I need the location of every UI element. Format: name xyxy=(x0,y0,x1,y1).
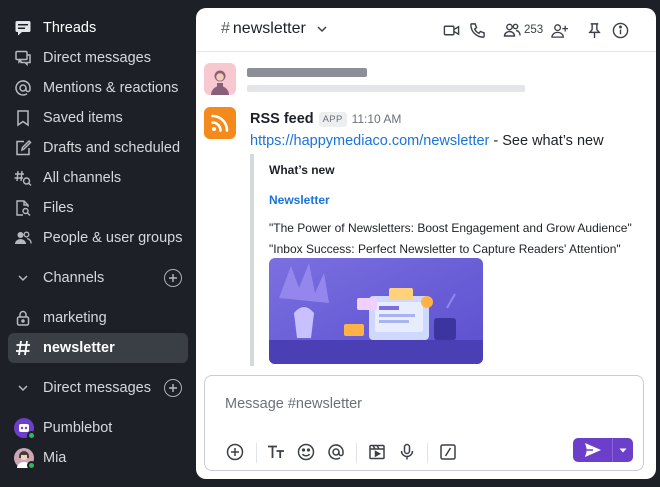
chevron-down-icon xyxy=(14,382,32,394)
sidebar-item-mentions[interactable]: Mentions & reactions xyxy=(8,73,188,103)
message-header: RSS feed APP 11:10 AM xyxy=(250,111,401,127)
at-icon xyxy=(14,79,32,97)
main-panel: # newsletter 253 RSS feed APP 11:10 AM h… xyxy=(196,8,656,479)
channel-search-icon xyxy=(14,169,32,187)
sidebar-item-label: Threads xyxy=(43,20,97,36)
divider xyxy=(427,443,428,463)
sidebar-item-people[interactable]: People & user groups xyxy=(8,223,188,253)
sidebar-item-threads[interactable]: Threads xyxy=(8,13,188,43)
send-button[interactable] xyxy=(573,438,633,462)
avatar xyxy=(14,418,36,440)
chevron-down-icon xyxy=(14,272,32,284)
file-search-icon xyxy=(14,199,32,217)
chevron-down-icon xyxy=(316,23,328,35)
message-time[interactable]: 11:10 AM xyxy=(352,112,402,126)
sidebar-item-drafts[interactable]: Drafts and scheduled xyxy=(8,133,188,163)
online-status-icon xyxy=(27,431,36,440)
card-text-line: "Inbox Success: Perfect Newsletter to Ca… xyxy=(269,242,621,256)
divider xyxy=(356,443,357,463)
add-member-icon[interactable] xyxy=(549,21,569,39)
avatar xyxy=(204,63,236,95)
channels-section-label: Channels xyxy=(43,270,105,286)
online-status-icon xyxy=(27,461,36,470)
message-composer: Message #newsletter xyxy=(204,375,644,471)
dm-item-mia[interactable]: Mia xyxy=(8,443,188,473)
threads-icon xyxy=(14,19,32,37)
slash-command-icon[interactable] xyxy=(439,443,457,461)
preview-image[interactable] xyxy=(269,258,483,364)
dm-item-pumblebot[interactable]: Pumblebot xyxy=(8,413,188,443)
dm-name: Pumblebot xyxy=(43,420,113,436)
phone-icon[interactable] xyxy=(468,21,486,39)
message-input[interactable]: Message #newsletter xyxy=(225,396,362,412)
channel-name: newsletter xyxy=(232,20,306,37)
people-icon xyxy=(503,23,521,37)
add-dm-icon[interactable] xyxy=(164,379,182,397)
direct-messages-icon xyxy=(14,49,32,67)
send-options-chevron-icon[interactable] xyxy=(613,438,633,462)
send-icon[interactable] xyxy=(573,438,613,462)
channels-section-header[interactable]: Channels xyxy=(8,263,188,293)
message-link[interactable]: https://happymediaco.com/newsletter xyxy=(250,133,489,149)
sender-name[interactable]: RSS feed xyxy=(250,111,314,127)
channel-item-newsletter[interactable]: newsletter xyxy=(8,333,188,363)
placeholder-bar xyxy=(247,85,525,92)
channel-name: newsletter xyxy=(43,340,115,356)
pin-icon[interactable] xyxy=(585,21,603,39)
sidebar-item-label: Mentions & reactions xyxy=(43,80,179,96)
microphone-icon[interactable] xyxy=(398,443,416,461)
sidebar-item-label: Files xyxy=(43,200,74,216)
members-button[interactable]: 253 xyxy=(503,21,543,39)
add-channel-icon[interactable] xyxy=(164,269,182,287)
hash-icon xyxy=(14,339,32,357)
placeholder-bar xyxy=(247,68,367,77)
app-badge: APP xyxy=(318,111,347,127)
dm-section-label: Direct messages xyxy=(43,380,151,396)
sidebar-item-label: All channels xyxy=(43,170,122,186)
sidebar-item-label: Direct messages xyxy=(43,50,151,66)
info-icon[interactable] xyxy=(611,21,629,39)
sidebar-item-all-channels[interactable]: All channels xyxy=(8,163,188,193)
channel-name: marketing xyxy=(43,310,107,326)
hash-symbol: # xyxy=(221,20,230,37)
sidebar-item-label: Drafts and scheduled xyxy=(43,140,181,156)
rss-icon xyxy=(204,107,236,139)
divider xyxy=(256,443,257,463)
sidebar-item-files[interactable]: Files xyxy=(8,193,188,223)
card-text-line: "The Power of Newsletters: Boost Engagem… xyxy=(269,221,632,235)
message-text: https://happymediaco.com/newsletter - Se… xyxy=(250,133,604,149)
channel-item-marketing[interactable]: marketing xyxy=(8,303,188,333)
sidebar-item-label: Saved items xyxy=(43,110,123,126)
lock-icon xyxy=(14,309,32,327)
member-count: 253 xyxy=(524,24,544,36)
video-clip-icon[interactable] xyxy=(368,443,386,461)
sidebar-item-direct-messages[interactable]: Direct messages xyxy=(8,43,188,73)
dm-name: Mia xyxy=(43,450,67,466)
sidebar: Threads Direct messages Mentions & react… xyxy=(0,0,196,487)
channel-header: # newsletter 253 xyxy=(196,8,656,52)
mention-icon[interactable] xyxy=(327,443,345,461)
channel-title[interactable]: # newsletter xyxy=(221,20,328,38)
bookmark-icon xyxy=(14,109,32,127)
link-preview-card: What’s new Newsletter "The Power of News… xyxy=(250,154,632,366)
card-link[interactable]: Newsletter xyxy=(269,193,330,207)
card-title: What’s new xyxy=(269,163,335,177)
add-attachment-icon[interactable] xyxy=(226,443,244,461)
dm-section-header[interactable]: Direct messages xyxy=(8,373,188,403)
emoji-icon[interactable] xyxy=(297,443,315,461)
composer-toolbar xyxy=(205,433,643,471)
message-text-suffix: - See what’s new xyxy=(489,133,604,149)
people-icon xyxy=(14,229,32,247)
avatar xyxy=(14,448,36,470)
text-format-icon[interactable] xyxy=(267,443,285,461)
pencil-icon xyxy=(14,139,32,157)
sidebar-item-label: People & user groups xyxy=(43,230,183,246)
sidebar-item-saved[interactable]: Saved items xyxy=(8,103,188,133)
video-call-icon[interactable] xyxy=(442,21,460,39)
